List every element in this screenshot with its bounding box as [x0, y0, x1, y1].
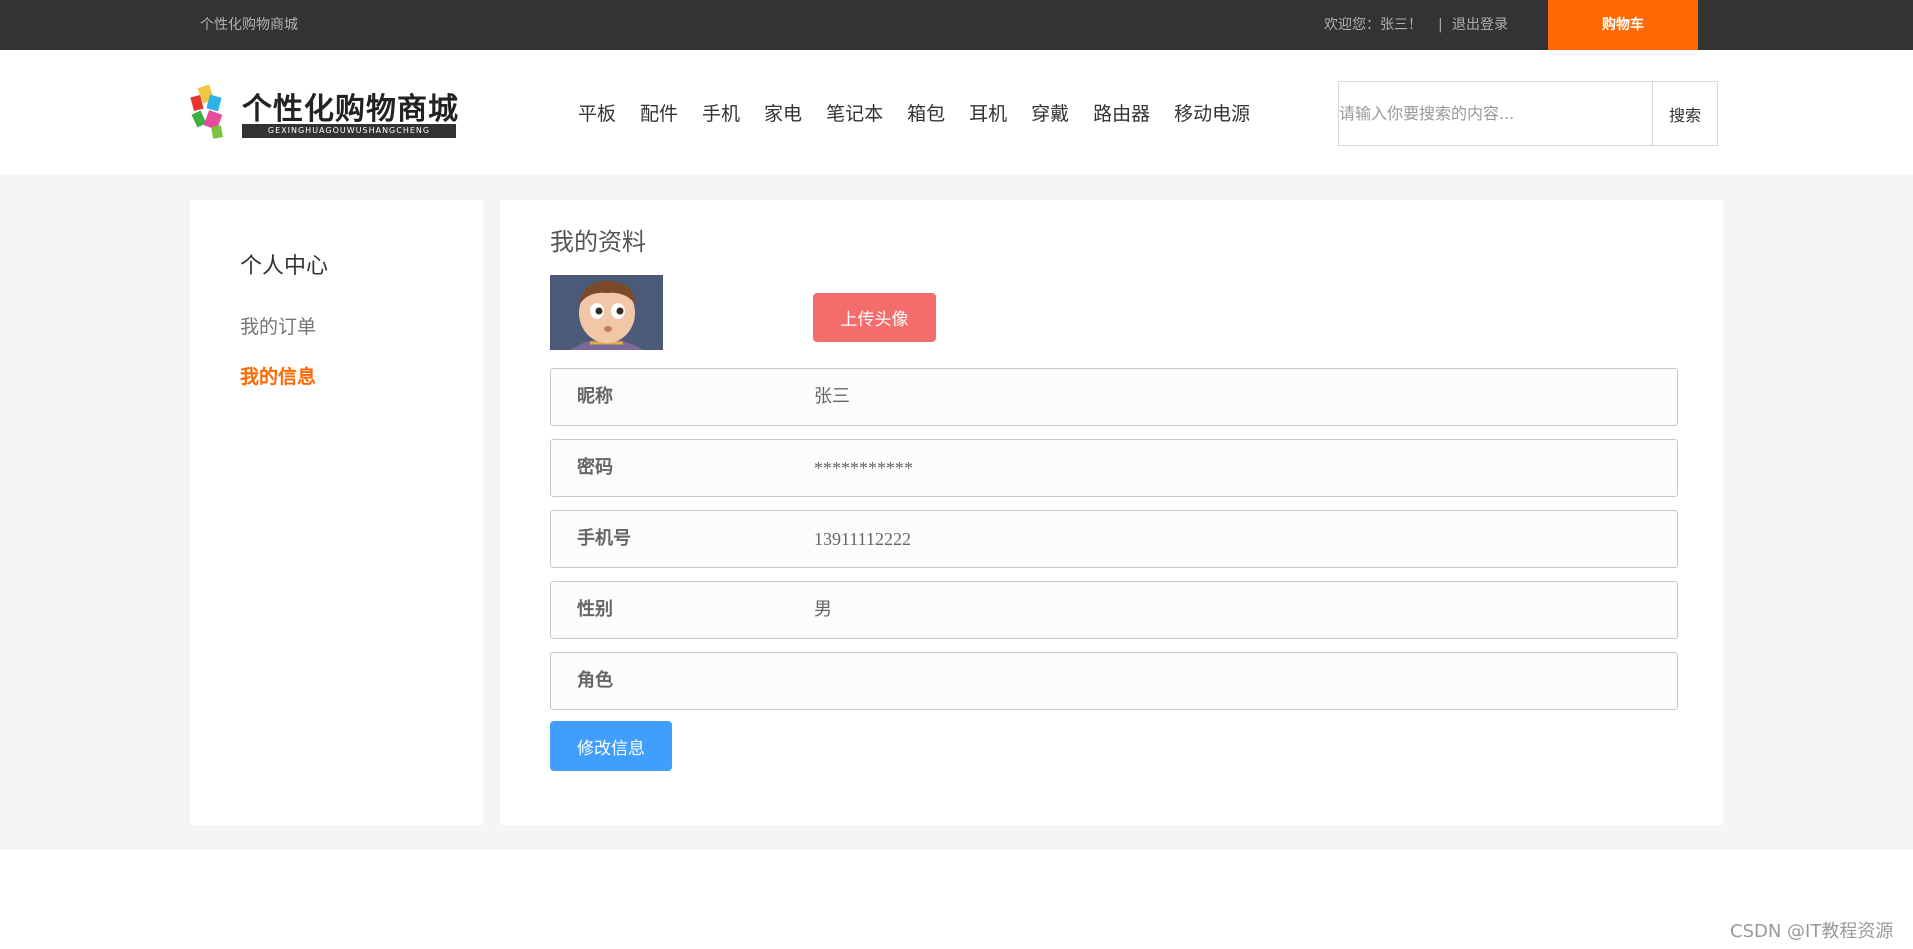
category-nav: 平板 配件 手机 家电 笔记本 箱包 耳机 穿戴 路由器 移动电源: [578, 50, 1274, 175]
field-row-nickname: 昵称 张三: [550, 368, 1678, 426]
avatar-face-icon: [550, 275, 663, 350]
field-label: 昵称: [577, 386, 613, 407]
nav-item-luyouqi[interactable]: 路由器: [1093, 99, 1150, 126]
nav-item-pingban[interactable]: 平板: [578, 99, 616, 126]
nav-item-erji[interactable]: 耳机: [969, 99, 1007, 126]
edit-info-button[interactable]: 修改信息: [550, 721, 672, 771]
logo-title: 个性化购物商城: [242, 92, 459, 127]
watermark-text: CSDN @IT教程资源: [1730, 921, 1894, 942]
nav-item-peijian[interactable]: 配件: [640, 99, 678, 126]
avatar: [550, 275, 663, 350]
field-row-gender: 性别 男: [550, 581, 1678, 639]
field-label: 手机号: [577, 528, 631, 549]
sidebar-item-orders[interactable]: 我的订单: [240, 312, 316, 339]
field-label: 密码: [577, 457, 613, 478]
field-value: 男: [814, 599, 832, 620]
profile-panel: 我的资料 上传头像 昵称 张三 密码 *********** 手机号 13911…: [500, 200, 1723, 825]
nav-item-chuandai[interactable]: 穿戴: [1031, 99, 1069, 126]
top-site-name: 个性化购物商城: [200, 17, 298, 33]
field-label: 性别: [577, 599, 613, 620]
field-row-password: 密码 ***********: [550, 439, 1678, 497]
sidebar-title: 个人中心: [240, 254, 329, 279]
field-value: 13911112222: [814, 529, 911, 549]
logo-subtitle: GEXINGHUAGOUWUSHANGCHENG: [242, 124, 456, 138]
welcome-text: 欢迎您：张三！: [1324, 17, 1422, 33]
field-value: ***********: [814, 458, 913, 478]
nav-item-xiangbao[interactable]: 箱包: [907, 99, 945, 126]
nav-item-yidongdianyuan[interactable]: 移动电源: [1174, 99, 1250, 126]
header: 个性化购物商城 GEXINGHUAGOUWUSHANGCHENG 平板 配件 手…: [0, 50, 1913, 175]
site-logo[interactable]: 个性化购物商城 GEXINGHUAGOUWUSHANGCHENG: [190, 82, 460, 142]
top-separator: |: [1438, 17, 1443, 33]
sidebar-item-info[interactable]: 我的信息: [240, 362, 316, 389]
search-input[interactable]: [1339, 82, 1653, 145]
field-row-phone: 手机号 13911112222: [550, 510, 1678, 568]
field-value: 张三: [814, 386, 850, 407]
logo-icon: [190, 84, 223, 139]
nav-item-jiadian[interactable]: 家电: [764, 99, 802, 126]
nav-item-bijiben[interactable]: 笔记本: [826, 99, 883, 126]
cart-button[interactable]: 购物车: [1548, 0, 1698, 50]
upload-avatar-button[interactable]: 上传头像: [813, 293, 936, 342]
search-box: 搜索: [1338, 81, 1718, 146]
field-row-role: 角色: [550, 652, 1678, 710]
page-title: 我的资料: [550, 228, 646, 256]
user-sidebar: 个人中心 我的订单 我的信息: [190, 200, 483, 825]
search-button[interactable]: 搜索: [1653, 82, 1717, 145]
nav-item-shouji[interactable]: 手机: [702, 99, 740, 126]
field-label: 角色: [577, 670, 613, 691]
top-bar: 个性化购物商城 欢迎您：张三！ | 退出登录 购物车: [0, 0, 1913, 50]
logout-link[interactable]: 退出登录: [1452, 0, 1508, 50]
